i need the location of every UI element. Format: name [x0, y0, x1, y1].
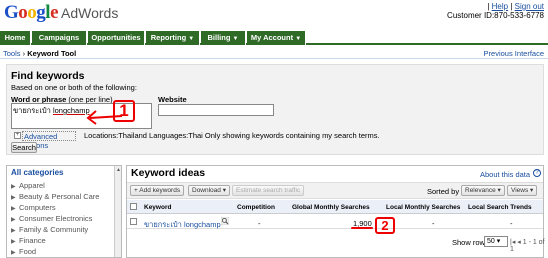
category-label: Family & Community — [19, 225, 89, 234]
logo-letter: o — [27, 2, 37, 23]
category-label: Finance — [19, 236, 46, 245]
breadcrumb-current: Keyword Tool — [27, 49, 77, 58]
logo-letter: G — [4, 2, 19, 23]
category-item[interactable]: ▶ Beauty & Personal Care — [11, 192, 99, 201]
word-thai: ขายกระเป๋า — [13, 106, 53, 115]
search-button[interactable]: Search — [11, 142, 37, 153]
sorted-by-label: Sorted by — [427, 187, 460, 196]
category-label: Computers — [19, 203, 56, 212]
keyword-link[interactable]: ขายกระเป๋า longchamp — [144, 219, 221, 231]
help-link[interactable]: Help — [492, 2, 508, 11]
column-competition[interactable]: Competition — [237, 204, 275, 211]
column-local-monthly-searches[interactable]: Local Monthly Searches — [386, 204, 460, 211]
tab-reporting[interactable]: Reporting ▼ — [146, 31, 200, 45]
annotation-marker-1: 1 — [113, 100, 135, 122]
show-rows-select[interactable]: 50 ▾ — [484, 236, 508, 247]
tab-label: Reporting — [150, 33, 187, 42]
google-adwords-logo[interactable]: Google AdWords — [4, 2, 118, 24]
column-global-monthly-searches[interactable]: Global Monthly Searches — [292, 204, 370, 211]
scroll-up-icon[interactable]: ▲ — [116, 167, 121, 173]
locations-languages-info: Locations:Thailand Languages:Thai Only s… — [84, 131, 380, 140]
logo-letter: g — [36, 2, 46, 23]
annotation-underline — [351, 227, 373, 229]
adwords-logo-text: AdWords — [61, 5, 119, 21]
expand-icon[interactable]: + — [14, 132, 21, 139]
breadcrumb-tools-link[interactable]: Tools — [3, 49, 21, 58]
tab-campaigns[interactable]: Campaigns — [32, 31, 87, 45]
logo-letter: e — [50, 2, 58, 23]
annotation-marker-2: 2 — [375, 217, 395, 234]
expand-triangle-icon[interactable]: ▶ — [11, 216, 19, 223]
sign-out-link[interactable]: Sign out — [515, 2, 544, 11]
relevance-dropdown[interactable]: Relevance ▾ — [461, 185, 505, 196]
column-keyword[interactable]: Keyword — [144, 204, 171, 211]
tab-my-account[interactable]: My Account ▼ — [247, 31, 306, 45]
chevron-down-icon: ▼ — [188, 36, 195, 42]
pagination[interactable]: |◂ ◂ 1 - 1 of 1 — [510, 238, 548, 253]
find-keywords-subtitle: Based on one or both of the following: — [11, 83, 137, 92]
all-categories-link[interactable]: All categories — [11, 168, 63, 177]
add-keywords-button[interactable]: + Add keywords — [130, 185, 185, 196]
website-input[interactable] — [158, 104, 274, 116]
find-keywords-title: Find keywords — [11, 70, 85, 82]
word-phrase-value: ขายกระเป๋า longchamp — [13, 105, 90, 117]
tab-label: Home — [4, 33, 26, 42]
estimate-traffic-button[interactable]: Estimate search traffic — [232, 185, 305, 196]
category-label: Beauty & Personal Care — [19, 192, 100, 201]
row-checkbox[interactable] — [130, 218, 137, 225]
categories-scrollbar[interactable]: ▲ — [114, 166, 121, 257]
category-item[interactable]: ▶ Computers — [11, 203, 56, 212]
tab-home[interactable]: Home — [0, 31, 31, 45]
website-label: Website — [158, 95, 187, 104]
download-button[interactable]: Download ▾ — [188, 185, 230, 196]
chevron-down-icon: ▼ — [295, 36, 302, 42]
tab-label: Campaigns — [38, 33, 80, 42]
magnifier-icon[interactable] — [221, 217, 229, 225]
advanced-options-link[interactable]: Advanced options — [22, 131, 76, 150]
tab-label: My Account — [250, 33, 294, 42]
tab-label: Opportunities — [91, 33, 141, 42]
expand-triangle-icon[interactable]: ▶ — [11, 183, 19, 190]
logo-letter: o — [18, 2, 28, 23]
competition-value: - — [258, 219, 261, 228]
about-this-data-link[interactable]: About this data — [480, 170, 530, 179]
category-label: Consumer Electronics — [19, 214, 93, 223]
chevron-down-icon: ▼ — [232, 36, 239, 42]
top-links: | Help | Sign out — [487, 2, 544, 11]
expand-triangle-icon[interactable]: ▶ — [11, 238, 19, 245]
column-local-search-trends[interactable]: Local Search Trends — [468, 204, 532, 211]
tab-opportunities[interactable]: Opportunities — [88, 31, 145, 45]
local-searches-value: - — [432, 219, 435, 228]
previous-interface-link[interactable]: Previous Interface — [484, 49, 544, 58]
help-icon[interactable]: ? — [533, 169, 541, 177]
google-logo-text: Google — [4, 2, 58, 24]
customer-id: Customer ID:870-533-6778 — [447, 11, 544, 20]
category-label: Apparel — [19, 181, 45, 190]
category-item[interactable]: ▶ Finance — [11, 236, 46, 245]
select-all-checkbox[interactable] — [130, 203, 137, 210]
keyword-ideas-title: Keyword ideas — [131, 167, 206, 179]
tab-label: Billing — [207, 33, 231, 42]
category-item[interactable]: ▶ Apparel — [11, 181, 45, 190]
expand-triangle-icon[interactable]: ▶ — [11, 194, 19, 201]
expand-triangle-icon[interactable]: ▶ — [11, 249, 19, 256]
category-item[interactable]: ▶ Food — [11, 247, 36, 256]
category-item[interactable]: ▶ Consumer Electronics — [11, 214, 92, 223]
expand-triangle-icon[interactable]: ▶ — [11, 205, 19, 212]
tab-billing[interactable]: Billing ▼ — [201, 31, 246, 45]
local-trends-value: - — [510, 219, 513, 228]
divider — [0, 58, 548, 59]
category-label: Food — [19, 247, 37, 256]
breadcrumb: Tools › Keyword Tool — [3, 49, 76, 58]
expand-triangle-icon[interactable]: ▶ — [11, 227, 19, 234]
category-item[interactable]: ▶ Family & Community — [11, 225, 88, 234]
views-dropdown[interactable]: Views ▾ — [507, 185, 538, 196]
main-nav: Home Campaigns Opportunities Reporting ▼… — [0, 31, 548, 45]
